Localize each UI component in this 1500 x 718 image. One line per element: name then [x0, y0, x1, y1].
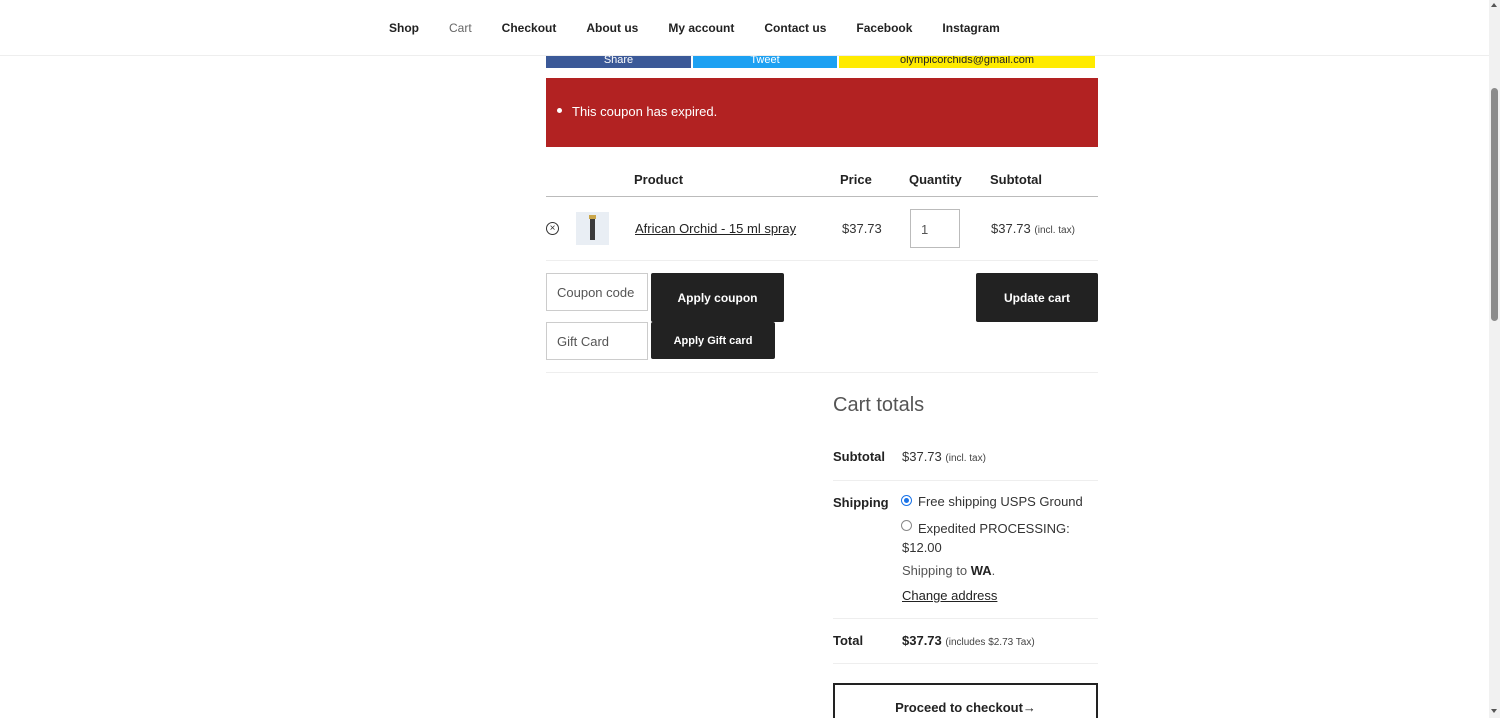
bottle-image	[590, 217, 595, 240]
totals-divider	[833, 663, 1098, 664]
coupon-code-input[interactable]: Coupon code	[546, 273, 648, 311]
page-scrollbar[interactable]	[1489, 0, 1500, 718]
nav-item-checkout[interactable]: Checkout	[502, 21, 557, 35]
nav-item-about-us[interactable]: About us	[586, 21, 638, 35]
shipping-option-expedited-label[interactable]: Expedited PROCESSING: $12.00	[902, 519, 1092, 557]
table-header-divider	[546, 196, 1098, 197]
nav-item-contact-us[interactable]: Contact us	[764, 21, 826, 35]
product-price: $37.73	[842, 221, 882, 236]
totals-divider	[833, 618, 1098, 619]
top-navigation: Shop Cart Checkout About us My account C…	[0, 0, 1489, 56]
proceed-to-checkout-button[interactable]: Proceed to checkout→	[833, 683, 1098, 718]
actions-divider	[546, 372, 1098, 373]
subtotal-value: $37.73 (incl. tax)	[902, 449, 986, 464]
gift-card-input[interactable]: Gift Card	[546, 322, 648, 360]
remove-item-icon[interactable]: ×	[546, 222, 559, 235]
total-label: Total	[833, 633, 864, 648]
row-divider	[546, 260, 1098, 261]
column-header-quantity: Quantity	[909, 172, 962, 187]
nav-menu: Shop Cart Checkout About us My account C…	[389, 21, 1030, 35]
apply-coupon-button[interactable]: Apply coupon	[651, 273, 784, 322]
product-thumbnail[interactable]	[576, 212, 609, 245]
nav-item-shop[interactable]: Shop	[389, 21, 419, 35]
nav-item-instagram[interactable]: Instagram	[942, 21, 999, 35]
product-subtotal: $37.73 (incl. tax)	[991, 221, 1075, 236]
shipping-label: Shipping	[833, 495, 889, 510]
column-header-product: Product	[634, 172, 684, 187]
scrollbar-thumb[interactable]	[1491, 88, 1498, 321]
scroll-down-arrow-icon[interactable]	[1491, 709, 1497, 713]
nav-item-facebook[interactable]: Facebook	[856, 21, 912, 35]
notice-message: This coupon has expired.	[572, 104, 718, 119]
shipping-option-free-label[interactable]: Free shipping USPS Ground	[918, 494, 1083, 509]
product-name-link[interactable]: African Orchid - 15 ml spray	[635, 221, 796, 236]
totals-divider	[833, 480, 1098, 481]
column-header-subtotal: Subtotal	[990, 172, 1042, 187]
cart-totals-title: Cart totals	[833, 394, 925, 416]
column-header-price: Price	[840, 172, 872, 187]
nav-item-my-account[interactable]: My account	[668, 21, 734, 35]
quantity-input[interactable]: 1	[910, 209, 960, 248]
update-cart-button[interactable]: Update cart	[976, 273, 1098, 322]
nav-item-cart[interactable]: Cart	[449, 21, 472, 35]
shipping-option-free-radio[interactable]	[901, 495, 912, 506]
change-address-link[interactable]: Change address	[902, 588, 997, 603]
apply-gift-card-button[interactable]: Apply Gift card	[651, 322, 775, 359]
shipping-destination: Shipping to WA.	[902, 563, 996, 578]
scroll-up-arrow-icon[interactable]	[1491, 3, 1497, 7]
tax-note: (incl. tax)	[1034, 225, 1075, 236]
error-notice: This coupon has expired.	[546, 78, 1098, 147]
bullet-icon	[557, 108, 562, 113]
subtotal-label: Subtotal	[833, 449, 885, 464]
bottle-cap-image	[589, 215, 596, 219]
total-value: $37.73 (includes $2.73 Tax)	[902, 633, 1035, 648]
